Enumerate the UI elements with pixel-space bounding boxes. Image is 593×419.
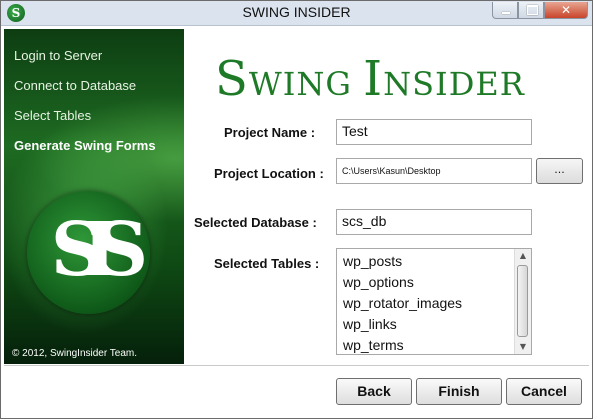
close-icon: ✕ — [560, 3, 572, 17]
logo-monogram: SIS — [50, 207, 149, 293]
scroll-down-icon[interactable]: ▼ — [515, 340, 531, 354]
project-name-input[interactable]: Test — [336, 119, 532, 145]
project-location-label: Project Location : — [214, 166, 324, 181]
brand-word-swing: WING — [248, 65, 364, 103]
list-item[interactable]: wp_options — [337, 272, 515, 293]
title-bar[interactable]: S SWING INSIDER ✕ — [1, 1, 592, 26]
browse-location-button[interactable]: ... — [536, 158, 583, 184]
brand-initial-s: S — [215, 51, 249, 107]
selected-database-label: Selected Database : — [194, 215, 317, 230]
footer-divider — [4, 365, 589, 366]
step-select-tables: Select Tables — [14, 108, 92, 123]
step-login-to-server: Login to Server — [14, 48, 103, 63]
selected-tables-list[interactable]: wp_posts wp_options wp_rotator_images wp… — [336, 248, 532, 355]
selected-tables-label: Selected Tables : — [214, 256, 320, 271]
scrollbar-thumb[interactable] — [517, 265, 528, 337]
tables-scrollbar[interactable]: ▲ ▼ — [514, 249, 531, 354]
brand-word-insider: NSIDER — [383, 65, 525, 103]
brand-initial-i: I — [363, 51, 384, 107]
step-generate-swing-forms: Generate Swing Forms — [14, 138, 156, 153]
close-button[interactable]: ✕ — [544, 2, 588, 19]
wizard-window: S SWING INSIDER ✕ Login to Server Connec… — [0, 0, 593, 419]
minimize-button[interactable] — [492, 2, 518, 19]
list-item[interactable]: wp_rotator_images — [337, 293, 515, 314]
list-item[interactable]: wp_posts — [337, 251, 515, 272]
brand-heading: SWING INSIDER — [215, 51, 545, 107]
wizard-steps-sidebar: Login to Server Connect to Database Sele… — [4, 29, 184, 364]
copyright-text: © 2012, SwingInsider Team. — [12, 348, 138, 359]
maximize-button[interactable] — [518, 2, 544, 19]
finish-button[interactable]: Finish — [416, 378, 502, 405]
back-button[interactable]: Back — [336, 378, 412, 405]
swing-insider-logo: SIS — [27, 191, 150, 314]
selected-database-input[interactable]: scs_db — [336, 209, 532, 235]
project-name-label: Project Name : — [224, 125, 316, 140]
minimize-icon — [502, 12, 510, 14]
list-item[interactable]: wp_links — [337, 314, 515, 335]
scroll-up-icon[interactable]: ▲ — [515, 249, 531, 263]
step-connect-to-database: Connect to Database — [14, 78, 137, 93]
list-item[interactable]: wp_terms — [337, 335, 515, 354]
cancel-button[interactable]: Cancel — [506, 378, 582, 405]
maximize-icon — [527, 5, 538, 15]
project-location-input[interactable]: C:\Users\Kasun\Desktop — [336, 158, 532, 184]
